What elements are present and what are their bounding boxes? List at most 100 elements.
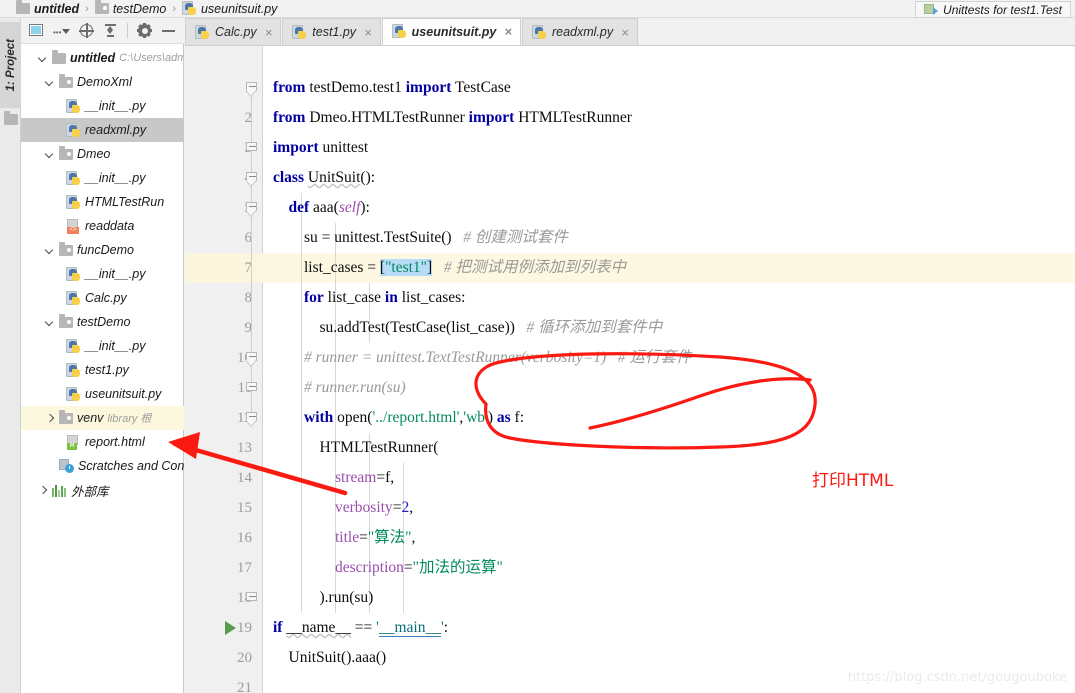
tree-item-label: HTMLTestRun	[85, 195, 165, 209]
fold-toggle-icon[interactable]	[246, 142, 258, 154]
tree-item-label: venv	[77, 411, 104, 425]
run-configuration-selector[interactable]: Unittests for test1.Test	[915, 1, 1071, 18]
tree-item-venv[interactable]: venv library 根	[21, 406, 184, 430]
tree-item-label: __init__.py	[85, 99, 146, 113]
code-line-10: # runner = unittest.TextTestRunner(verbo…	[304, 349, 692, 366]
tree-item-funcdemo[interactable]: funcDemo	[21, 238, 184, 262]
run-line-arrow-icon[interactable]	[225, 621, 236, 635]
hide-panel-icon[interactable]	[161, 23, 176, 38]
tree-item-label: testDemo	[77, 315, 131, 329]
line-number: 14	[237, 470, 252, 486]
tree-item-testdemo[interactable]: testDemo	[21, 310, 184, 334]
scroll-from-source-icon[interactable]	[79, 23, 94, 38]
tree-item-label: __init__.py	[85, 339, 146, 353]
chevron-down-icon[interactable]	[37, 53, 48, 64]
chevron-down-icon[interactable]	[44, 77, 55, 88]
editor-area: Calc.py × test1.py × useunitsuit.py × readxml.…	[185, 18, 1075, 693]
tree-item-dmeo[interactable]: Dmeo	[21, 142, 184, 166]
code-line-6: su = unittest.TestSuite() # 创建测试套件	[273, 229, 568, 246]
tree-item-scratches[interactable]: Scratches and Console	[21, 454, 184, 478]
breadcrumb-item-folder[interactable]: testDemo	[94, 0, 166, 16]
editor-tab-readxml-py[interactable]: readxml.py ×	[521, 18, 638, 45]
fold-region-line	[251, 91, 252, 421]
tree-item-readxml[interactable]: readxml.py	[21, 118, 184, 142]
editor-tab-Calc-py[interactable]: Calc.py ×	[185, 18, 282, 45]
tree-item-untitled[interactable]: untitled C:\Users\adm	[21, 46, 184, 70]
breadcrumb-item-project[interactable]: untitled	[16, 0, 79, 16]
editor-tab-useunitsuit-py[interactable]: useunitsuit.py ×	[381, 18, 521, 45]
tree-item-readdata[interactable]: <> readdata	[21, 214, 184, 238]
project-folder-icon	[4, 111, 18, 125]
tree-item-demoxml[interactable]: DemoXml	[21, 70, 184, 94]
python-file-icon	[66, 290, 81, 306]
source-folder-icon	[59, 409, 73, 424]
line-number: 18	[237, 590, 252, 606]
code-line-7: list_cases = ["test1"] # 把测试用例添加到列表中	[273, 259, 626, 276]
gear-icon[interactable]	[137, 23, 152, 38]
tree-item-report[interactable]: Hreport.html	[21, 430, 184, 454]
tree-item-test1[interactable]: test1.py	[21, 358, 184, 382]
chevron-down-icon[interactable]	[44, 149, 55, 160]
code-line-2: from Dmeo.HTMLTestRunner import HTMLTest…	[273, 109, 632, 126]
sidebar-tab-project[interactable]: 1: Project	[0, 22, 21, 108]
breadcrumb-separator: ›	[172, 2, 176, 15]
project-tree[interactable]: untitled C:\Users\adm DemoXml __init__.py re…	[21, 44, 184, 693]
line-number: 8	[244, 290, 253, 306]
chevron-down-icon[interactable]	[44, 317, 55, 328]
python-file-icon	[66, 386, 81, 402]
line-number: 5	[192, 193, 253, 223]
chevron-down-icon[interactable]	[44, 245, 55, 256]
close-icon[interactable]: ×	[621, 25, 629, 40]
tree-item-label: Scratches and Console	[78, 459, 184, 473]
tree-item-label: readdata	[85, 219, 135, 233]
tree-item-calc[interactable]: Calc.py	[21, 286, 184, 310]
tree-item-external[interactable]: 外部库	[21, 478, 184, 502]
code-editor[interactable]: from testDemo.test1 import TestCase from …	[263, 46, 1075, 693]
tree-item-demoxml-init[interactable]: __init__.py	[21, 94, 184, 118]
chevron-down-icon[interactable]: •••	[53, 23, 70, 38]
python-file-icon	[66, 170, 81, 186]
tree-item-dmeo-init[interactable]: __init__.py	[21, 166, 184, 190]
fold-toggle-icon[interactable]	[246, 82, 258, 94]
editor-tab-label: readxml.py	[551, 25, 614, 39]
fold-toggle-icon[interactable]	[246, 382, 258, 394]
chevron-right-icon[interactable]	[37, 485, 48, 496]
editor-tab-label: Calc.py	[215, 25, 257, 39]
folder-icon	[16, 0, 30, 14]
close-icon[interactable]: ×	[504, 24, 512, 39]
fold-toggle-icon[interactable]	[246, 352, 258, 364]
fold-toggle-icon[interactable]	[246, 592, 258, 604]
editor-tab-test1-py[interactable]: test1.py ×	[282, 18, 381, 45]
window-mode-icon[interactable]	[29, 23, 44, 38]
tree-item-testdemo-init[interactable]: __init__.py	[21, 334, 184, 358]
tree-item-funcdemo-init[interactable]: __init__.py	[21, 262, 184, 286]
source-folder-icon	[59, 313, 73, 328]
code-line-20: UnitSuit().aaa()	[273, 649, 387, 666]
fold-toggle-icon[interactable]	[246, 172, 258, 184]
editor-gutter[interactable]: 123456789101112131415161718192021	[185, 46, 263, 693]
python-file-icon	[292, 24, 307, 40]
tree-item-label: Calc.py	[85, 291, 127, 305]
toolbar-divider	[127, 23, 128, 38]
close-icon[interactable]: ×	[265, 25, 273, 40]
tree-item-label: __init__.py	[85, 267, 146, 281]
python-file-icon	[66, 362, 81, 378]
code-line-5: def aaa(self):	[288, 199, 370, 216]
code-line-18: ).run(su)	[273, 589, 374, 606]
fold-toggle-icon[interactable]	[246, 412, 258, 424]
code-line-16: title="算法",	[335, 529, 416, 546]
fold-toggle-icon[interactable]	[246, 202, 258, 214]
tree-item-htmltestrunner[interactable]: HTMLTestRun	[21, 190, 184, 214]
breadcrumb-item-file[interactable]: useunitsuit.py	[181, 1, 277, 16]
chevron-right-icon[interactable]	[44, 413, 55, 424]
collapse-all-icon[interactable]	[103, 23, 118, 38]
folder-icon	[52, 49, 66, 64]
project-tool-window: ••• untitled C:\Users\adm DemoXml __init__.…	[21, 18, 184, 693]
line-number: 11	[237, 380, 252, 396]
close-icon[interactable]: ×	[364, 25, 372, 40]
tree-item-useunitsuit[interactable]: useunitsuit.py	[21, 382, 184, 406]
code-line-15: verbosity=2,	[335, 499, 414, 516]
line-number: 9	[244, 320, 253, 336]
editor-tab-bar: Calc.py × test1.py × useunitsuit.py × readxml.…	[185, 18, 1075, 46]
line-number: 2	[244, 110, 253, 126]
